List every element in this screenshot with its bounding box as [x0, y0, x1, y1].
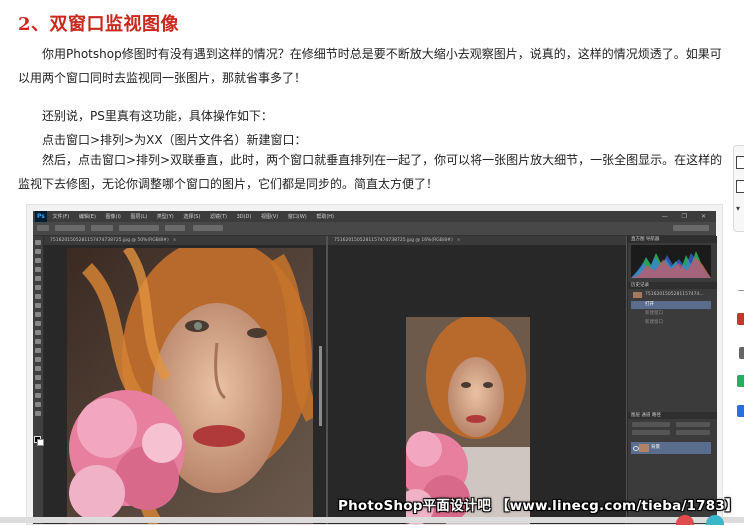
- photoshop-screenshot: Ps 文件(F) 编辑(E) 图像(I) 图层(L) 类型(Y) 选择(S) 滤…: [26, 204, 723, 525]
- ps-options-bar: [33, 222, 716, 236]
- watermark-caption: PhotoShop平面设计吧 【www.linecg.com/tieba/178…: [338, 498, 739, 514]
- shape-tool-icon: [35, 393, 41, 398]
- close-icon: ×: [172, 238, 177, 243]
- histogram-panel-tab: 直方图 导航器: [628, 236, 717, 243]
- workspace-select: [673, 225, 709, 231]
- crop-tool-icon: [35, 276, 41, 281]
- portrait-photo-zoomed: [67, 248, 313, 524]
- tool-preset-icon: [37, 225, 49, 231]
- magic-wand-icon: [35, 267, 41, 272]
- options-field: [193, 225, 223, 231]
- bottom-toolbar: [0, 517, 744, 523]
- ps-right-panels: 直方图 导航器 历史记录 7516201505281157474... 打开 新…: [627, 236, 717, 524]
- divider: [738, 290, 744, 291]
- history-item-open: 打开: [631, 301, 711, 309]
- paragraph-step2: 然后，点击窗口>排列>双联垂直，此时，两个窗口就垂直排列在一起了，你可以将一张图…: [18, 153, 723, 191]
- photoshop-window: Ps 文件(F) 编辑(E) 图像(I) 图层(L) 类型(Y) 选择(S) 滤…: [33, 211, 717, 524]
- grey-tab-icon[interactable]: [739, 347, 744, 359]
- healing-brush-icon: [35, 294, 41, 299]
- green-tab-icon[interactable]: [737, 375, 744, 387]
- pen-tool-icon: [35, 366, 41, 371]
- share-icon[interactable]: [736, 156, 744, 169]
- doc2-tab: 7516201505281157474738725.jpg @ 16%(RGB/…: [328, 236, 626, 245]
- options-field: [119, 225, 159, 231]
- options-field: [91, 225, 113, 231]
- close-icon: ×: [456, 238, 461, 243]
- doc1-tab: 7516201505281157474738725.jpg @ 50%(RGB/…: [44, 236, 326, 245]
- vertical-scrollbar: [319, 346, 322, 426]
- clone-stamp-icon: [35, 312, 41, 317]
- layer-thumbnail: [639, 444, 649, 452]
- hand-tool-icon: [35, 402, 41, 407]
- lock-controls: [632, 430, 670, 435]
- path-select-icon: [35, 384, 41, 389]
- history-snapshot: 7516201505281157474...: [631, 291, 711, 299]
- zoom-tool-icon: [35, 411, 41, 416]
- document-window-full: 7516201505281157474738725.jpg @ 16%(RGB/…: [328, 236, 626, 524]
- brush-tool-icon: [35, 303, 41, 308]
- histogram-panel: [631, 245, 711, 278]
- blend-mode-select: [632, 422, 670, 427]
- gradient-icon: [35, 339, 41, 344]
- history-item-new-window: 新建窗口: [645, 311, 663, 316]
- history-brush-icon: [35, 321, 41, 326]
- article: 2、双窗口监视图像 你用Photshop修图时有没有遇到这样的情况？在修细节时总…: [0, 0, 744, 525]
- ps-menubar: Ps 文件(F) 编辑(E) 图像(I) 图层(L) 类型(Y) 选择(S) 滤…: [33, 211, 716, 222]
- window-buttons: — ❐ ✕: [661, 213, 712, 220]
- fill-field: [676, 430, 710, 435]
- history-item-new-window: 新建窗口: [645, 320, 663, 325]
- chevron-down-icon[interactable]: ▾: [736, 204, 743, 215]
- background-color-swatch: [37, 439, 44, 446]
- history-panel-tab: 历史记录: [628, 282, 717, 289]
- opacity-field: [676, 422, 710, 427]
- eraser-icon: [35, 330, 41, 335]
- type-tool-icon: [35, 375, 41, 380]
- move-tool-icon: [35, 240, 41, 245]
- layers-panel-tab: 图层 通道 路径: [628, 412, 717, 419]
- portrait-illustration: [67, 248, 313, 524]
- histogram-graph: [631, 251, 711, 278]
- blue-tab-icon[interactable]: [737, 405, 744, 417]
- paragraph-feature: 还别说，PS里真有这功能，具体操作如下：: [42, 109, 273, 123]
- ps-toolbox: [33, 236, 44, 524]
- options-field: [165, 225, 185, 231]
- bookmark-icon[interactable]: [736, 180, 744, 193]
- portrait-illustration-small: [406, 317, 530, 524]
- blur-tool-icon: [35, 348, 41, 353]
- portrait-photo-full: [406, 317, 530, 524]
- red-tab-icon[interactable]: [737, 313, 744, 325]
- eyedropper-icon: [35, 285, 41, 290]
- document-window-zoomed: 7516201505281157474738725.jpg @ 50%(RGB/…: [44, 236, 326, 524]
- section-title: 2、双窗口监视图像: [18, 14, 180, 35]
- layer-background: 背景: [631, 442, 711, 454]
- paragraph-intro: 你用Photshop修图时有没有遇到这样的情况？在修细节时总是要不断放大缩小去观…: [18, 47, 722, 85]
- history-thumbnail: [633, 292, 642, 298]
- marquee-tool-icon: [35, 249, 41, 254]
- options-field: [55, 225, 85, 231]
- lasso-tool-icon: [35, 258, 41, 263]
- side-share-widget[interactable]: ▾: [733, 145, 744, 232]
- dodge-tool-icon: [35, 357, 41, 362]
- ps-logo: Ps: [35, 211, 47, 222]
